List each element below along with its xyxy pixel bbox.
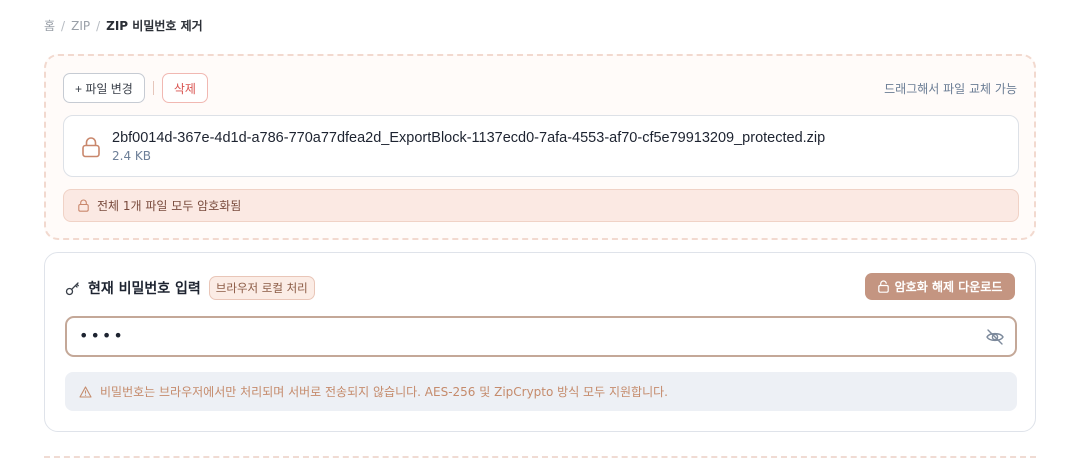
- drag-hint: 드래그해서 파일 교체 가능: [884, 82, 1017, 96]
- delete-file-button[interactable]: 삭제: [161, 73, 208, 103]
- breadcrumb-home[interactable]: 홈: [44, 17, 55, 34]
- file-size: 2.4 KB: [112, 149, 151, 163]
- breadcrumb: 홈 / ZIP / ZIP 비밀번호 제거: [44, 17, 203, 34]
- file-dropzone[interactable]: + 파일 변경 삭제 드래그해서 파일 교체 가능 2bf0014d-367e-…: [44, 54, 1036, 240]
- unlock-icon: [877, 280, 889, 293]
- eye-off-icon[interactable]: [985, 327, 1005, 347]
- password-title: 현재 비밀번호 입력 브라우저 로컬 처리: [65, 276, 315, 300]
- encryption-status: 전체 1개 파일 모두 암호화됨: [63, 189, 1019, 222]
- decrypt-download-button[interactable]: 암호화 해제 다운로드: [865, 273, 1015, 300]
- lock-icon: [82, 137, 100, 158]
- key-icon: [65, 281, 79, 295]
- password-field: [65, 316, 1017, 357]
- notice-text: 비밀번호는 브라우저에서만 처리되며 서버로 전송되지 않습니다. AES-25…: [100, 385, 668, 399]
- status-text: 전체 1개 파일 모두 암호화됨: [97, 199, 242, 213]
- breadcrumb-separator: /: [61, 18, 66, 33]
- security-notice: 비밀번호는 브라우저에서만 처리되며 서버로 전송되지 않습니다. AES-25…: [65, 372, 1017, 411]
- warning-icon: [79, 385, 92, 398]
- file-toolbar: + 파일 변경 삭제: [63, 73, 208, 103]
- toolbar-divider: [152, 81, 154, 95]
- password-input[interactable]: [79, 326, 959, 345]
- password-title-label: 현재 비밀번호 입력: [88, 281, 201, 297]
- local-processing-badge: 브라우저 로컬 처리: [208, 276, 315, 300]
- breadcrumb-zip[interactable]: ZIP: [71, 19, 90, 33]
- decrypt-download-label: 암호화 해제 다운로드: [894, 280, 1003, 294]
- breadcrumb-current: ZIP 비밀번호 제거: [106, 19, 203, 33]
- file-name: 2bf0014d-367e-4d1d-a786-770a77dfea2d_Exp…: [112, 130, 826, 146]
- breadcrumb-separator: /: [96, 18, 101, 33]
- password-panel: 현재 비밀번호 입력 브라우저 로컬 처리 암호화 해제 다운로드 비밀번호는 …: [44, 252, 1036, 432]
- change-file-button[interactable]: + 파일 변경: [63, 73, 145, 103]
- lock-icon: [78, 199, 89, 212]
- file-card: 2bf0014d-367e-4d1d-a786-770a77dfea2d_Exp…: [63, 115, 1019, 177]
